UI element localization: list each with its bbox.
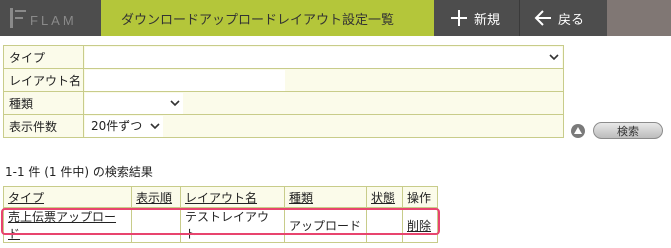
cell-layout-name: テストレイアウト	[180, 207, 285, 243]
delete-link[interactable]: 削除	[407, 219, 431, 233]
display-count-cell: 20件ずつ	[83, 114, 564, 138]
header-filler	[607, 0, 671, 36]
col-kind-header[interactable]: 種類	[284, 186, 367, 208]
col-status-sort-link[interactable]: 状態	[371, 191, 395, 205]
table-header-row: タイプ 表示順 レイアウト名 種類 状態 操作	[3, 186, 438, 208]
cell-order	[131, 207, 181, 243]
results-table: タイプ 表示順 レイアウト名 種類 状態 操作 売上伝票アップロード テストレイ…	[3, 186, 438, 243]
col-type-header[interactable]: タイプ	[3, 186, 132, 208]
chevron-down-icon	[170, 99, 180, 106]
page-title: ダウンロードアップロードレイアウト設定一覧	[121, 12, 395, 28]
type-cell	[83, 45, 564, 69]
logo-text: FLAM	[30, 13, 77, 28]
layout-name-input[interactable]	[85, 69, 285, 91]
result-summary: 1-1 件 (1 件中) の検索結果	[5, 165, 153, 179]
col-kind-sort-link[interactable]: 種類	[289, 191, 313, 205]
display-count-label: 表示件数	[3, 114, 84, 138]
page-title-bar: ダウンロードアップロードレイアウト設定一覧	[101, 0, 434, 36]
kind-select[interactable]	[85, 92, 183, 114]
kind-cell	[83, 91, 564, 115]
search-form: タイプ レイアウト名 種類 表示件数 20件ずつ	[3, 45, 564, 138]
cell-kind: アップロード	[284, 207, 367, 243]
col-action-header: 操作	[402, 186, 438, 208]
triangle-up-icon	[574, 127, 582, 134]
flam-logo[interactable]: FLAM	[0, 0, 101, 36]
back-button[interactable]: 戻る	[520, 0, 607, 36]
col-status-header[interactable]: 状態	[366, 186, 403, 208]
kind-label: 種類	[3, 91, 84, 115]
top-bar: FLAM ダウンロードアップロードレイアウト設定一覧 新規 戻る	[0, 0, 671, 36]
cell-action: 削除	[402, 207, 438, 243]
arrow-left-icon	[534, 10, 551, 26]
chevron-down-icon	[549, 53, 559, 60]
search-button[interactable]: 検索	[593, 122, 663, 139]
type-link[interactable]: 売上伝票アップロード	[8, 210, 116, 241]
new-button-label: 新規	[474, 12, 501, 28]
col-type-sort-link[interactable]: タイプ	[8, 191, 44, 205]
display-count-value: 20件ずつ	[91, 118, 143, 133]
new-button[interactable]: 新規	[434, 0, 520, 36]
display-count-select[interactable]: 20件ずつ	[85, 115, 163, 137]
col-order-sort-link[interactable]: 表示順	[136, 191, 172, 205]
form-row-layout-name: レイアウト名	[3, 68, 564, 92]
form-row-type: タイプ	[3, 45, 564, 69]
type-select[interactable]	[85, 46, 562, 68]
col-layout-name-sort-link[interactable]: レイアウト名	[185, 191, 257, 205]
layout-name-cell	[83, 68, 564, 92]
back-button-label: 戻る	[558, 12, 585, 28]
plus-icon	[451, 10, 467, 26]
form-row-display-count: 表示件数 20件ずつ	[3, 114, 564, 138]
search-controls: 検索	[571, 122, 663, 139]
layout-name-label: レイアウト名	[3, 68, 84, 92]
logo-mark-icon	[10, 8, 26, 28]
chevron-down-icon	[150, 122, 160, 129]
table-row: 売上伝票アップロード テストレイアウト アップロード 削除	[3, 207, 438, 243]
form-row-kind: 種類	[3, 91, 564, 115]
collapse-toggle[interactable]	[571, 123, 585, 138]
cell-status	[366, 207, 403, 243]
col-layout-name-header[interactable]: レイアウト名	[180, 186, 285, 208]
col-action-label: 操作	[407, 190, 432, 205]
type-label: タイプ	[3, 45, 84, 69]
col-order-header[interactable]: 表示順	[131, 186, 181, 208]
cell-type: 売上伝票アップロード	[3, 207, 132, 243]
